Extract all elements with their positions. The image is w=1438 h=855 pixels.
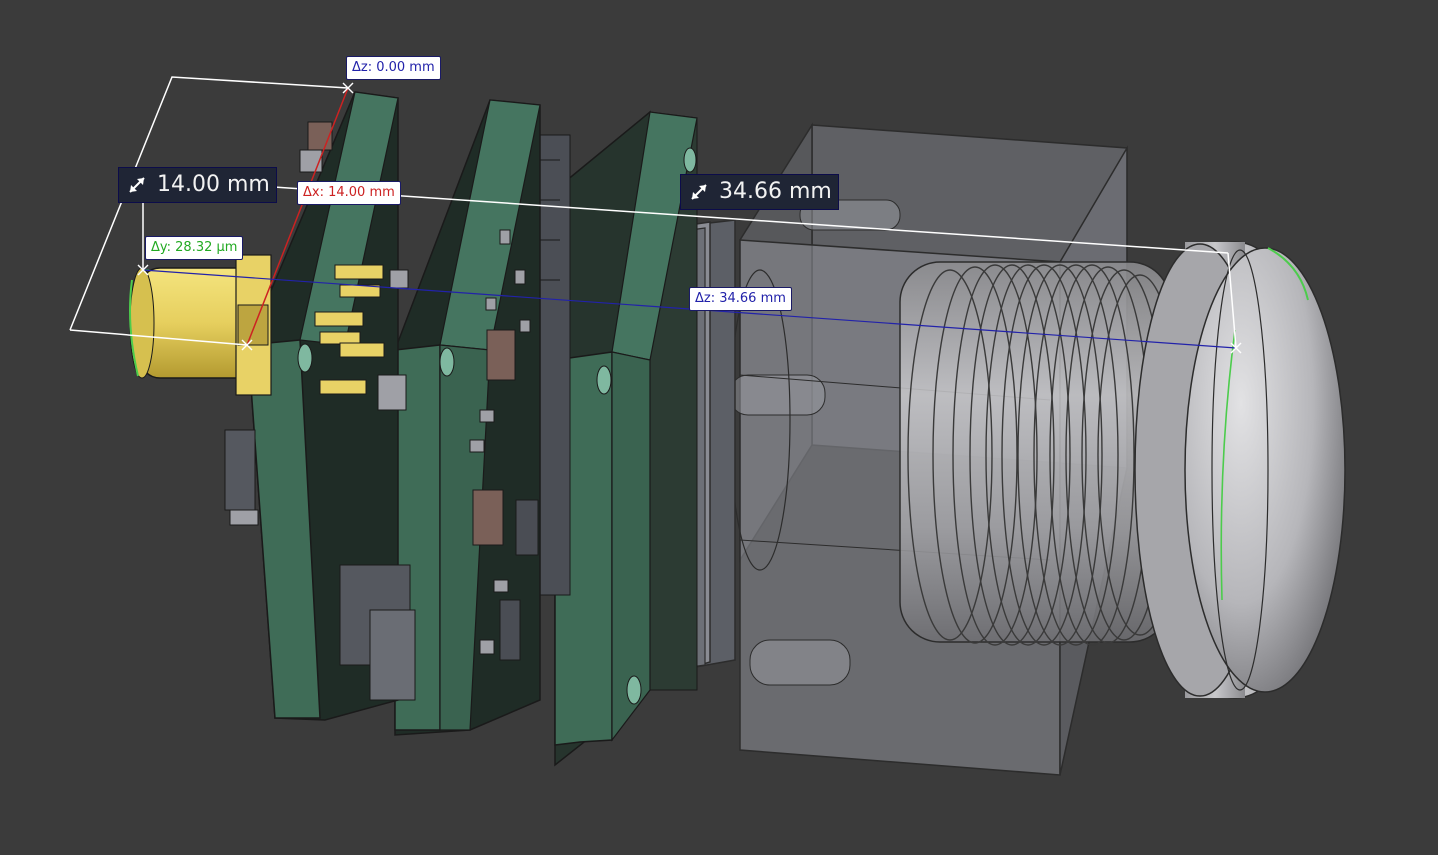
delta-z-top-label[interactable]: Δz: 0.00 mm <box>346 56 441 80</box>
delta-x-text: Δx: 14.00 mm <box>303 185 395 200</box>
camera-module-model[interactable] <box>0 0 1438 855</box>
distance-text-1: 14.00 mm <box>157 172 270 197</box>
delta-z-mid-text: Δz: 34.66 mm <box>695 291 786 306</box>
delta-y-label[interactable]: Δy: 28.32 µm <box>145 236 244 260</box>
gold-connector[interactable] <box>129 254 272 396</box>
delta-x-label[interactable]: Δx: 14.00 mm <box>297 181 401 205</box>
3d-viewport[interactable]: Δz: 0.00 mm Δx: 14.00 mm Δy: 28.32 µm Δz… <box>0 0 1438 855</box>
distance-text-2: 34.66 mm <box>719 179 832 204</box>
diagonal-arrow-icon <box>129 177 145 193</box>
delta-z-top-text: Δz: 0.00 mm <box>352 60 435 75</box>
lens-front-ring[interactable] <box>1134 241 1346 699</box>
distance-label-2[interactable]: 34.66 mm <box>680 174 839 210</box>
distance-label-1[interactable]: 14.00 mm <box>118 167 277 203</box>
delta-y-text: Δy: 28.32 µm <box>151 240 238 255</box>
diagonal-arrow-icon <box>691 184 707 200</box>
delta-z-mid-label[interactable]: Δz: 34.66 mm <box>689 287 792 311</box>
pcb-board-2[interactable] <box>394 99 541 736</box>
